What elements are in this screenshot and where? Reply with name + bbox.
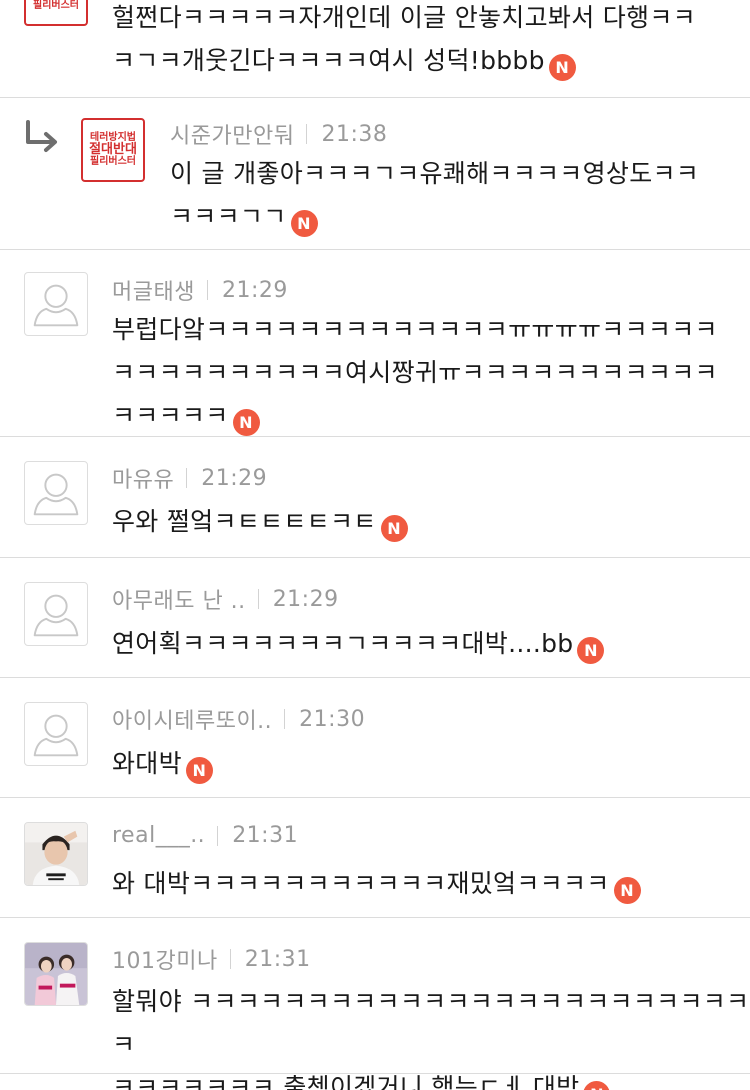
divider xyxy=(206,280,208,300)
comment-time: 21:30 xyxy=(299,706,366,732)
new-badge: N xyxy=(232,409,260,436)
comment-item: 머글태생 21:29 부럽다앜ㅋㅋㅋㅋㅋㅋㅋㅋㅋㅋㅋㅋㅋㅠㅠㅠㅠㅋㅋㅋㅋㅋ ㅋㅋ… xyxy=(0,250,750,437)
divider xyxy=(306,124,308,144)
comment-time: 21:29 xyxy=(201,465,268,491)
new-badge: N xyxy=(613,877,641,904)
comment-body: 할뭐야 ㅋㅋㅋㅋㅋㅋㅋㅋㅋㅋㅋㅋㅋㅋㅋㅋㅋㅋㅋㅋㅋㅋㅋㅋㅋ ㅋㅋㅋㅋㅋㅋㅋ 출첵… xyxy=(112,980,750,1090)
default-avatar[interactable] xyxy=(24,582,88,646)
comment-time: 21:29 xyxy=(272,586,339,612)
divider xyxy=(257,589,259,609)
user-photo-avatar[interactable] xyxy=(24,942,88,1006)
user-photo-icon xyxy=(25,823,87,885)
author-avatar[interactable]: 테러방지법 절대반대 필리버스터 xyxy=(24,0,88,26)
author-name[interactable]: real___.. xyxy=(112,823,205,848)
comment-meta: 아무래도 난 .. 21:29 xyxy=(112,583,339,615)
author-name[interactable]: 시준가만안둬 xyxy=(170,118,294,150)
comment-time: 21:38 xyxy=(321,121,388,147)
default-avatar-icon xyxy=(33,473,79,516)
default-avatar[interactable] xyxy=(24,461,88,525)
comment-time: 21:29 xyxy=(221,277,288,303)
new-badge: N xyxy=(185,757,213,784)
divider xyxy=(217,825,219,846)
comment-item: real___.. 21:31 와 대박ㅋㅋㅋㅋㅋㅋㅋㅋㅋㅋㅋ재밌엌ㅋㅋㅋㅋ N xyxy=(0,798,750,918)
new-badge: N xyxy=(583,1081,611,1090)
new-badge: N xyxy=(548,54,576,81)
author-name[interactable]: 아무래도 난 .. xyxy=(112,583,246,615)
default-avatar-icon xyxy=(33,594,79,637)
comment-reply: 테러방지법 절대반대 필리버스터 시준가만안둬 21:38 이 글 개좋아ㅋㅋㅋ… xyxy=(0,98,750,250)
comment-item: 아무래도 난 .. 21:29 연어획ㅋㅋㅋㅋㅋㅋㅋㄱㅋㅋㅋㅋ대박....bb N xyxy=(0,558,750,678)
comment-item: 테러방지법 절대반대 필리버스터 헐쩐다ㅋㅋㅋㅋㅋ자개인데 이글 안놓치고봐서 … xyxy=(0,0,750,98)
comment-body: 우와 쩔엌ㅋㅌㅌㅌㅌㅋㅌ N xyxy=(112,500,408,543)
reply-arrow-icon xyxy=(26,120,57,152)
comment-meta: 시준가만안둬 21:38 xyxy=(170,118,387,150)
comment-time: 21:31 xyxy=(244,946,311,972)
author-avatar[interactable]: 테러방지법 절대반대 필리버스터 xyxy=(81,118,145,182)
divider xyxy=(186,468,188,488)
comment-body: 부럽다앜ㅋㅋㅋㅋㅋㅋㅋㅋㅋㅋㅋㅋㅋㅠㅠㅠㅠㅋㅋㅋㅋㅋ ㅋㅋㅋㅋㅋㅋㅋㅋㅋㅋ여시짱… xyxy=(112,308,718,437)
comment-meta: 101강미나 21:31 xyxy=(112,943,311,975)
author-name[interactable]: 머글태생 xyxy=(112,274,195,306)
comment-item: 마유유 21:29 우와 쩔엌ㅋㅌㅌㅌㅌㅋㅌ N xyxy=(0,437,750,558)
author-name[interactable]: 아이시테루또이.. xyxy=(112,703,272,735)
logo-text: 필리버스터 xyxy=(90,155,136,167)
comment-body: 헐쩐다ㅋㅋㅋㅋㅋ자개인데 이글 안놓치고봐서 다행ㅋㅋ ㅋㄱㅋ개웃긴다ㅋㅋㅋㅋ여… xyxy=(112,0,696,82)
comment-meta: 마유유 21:29 xyxy=(112,462,267,494)
default-avatar-icon xyxy=(33,284,79,327)
new-badge: N xyxy=(380,515,408,542)
default-avatar[interactable] xyxy=(24,702,88,766)
new-badge: N xyxy=(290,210,318,237)
comment-body: 와 대박ㅋㅋㅋㅋㅋㅋㅋㅋㅋㅋㅋ재밌엌ㅋㅋㅋㅋ N xyxy=(112,862,641,905)
logo-text: 필리버스터 xyxy=(33,0,79,11)
comment-time: 21:31 xyxy=(232,823,299,848)
user-photo-avatar[interactable] xyxy=(24,822,88,886)
comment-body: 연어획ㅋㅋㅋㅋㅋㅋㅋㄱㅋㅋㅋㅋ대박....bb N xyxy=(112,622,605,665)
comment-meta: real___.. 21:31 xyxy=(112,823,298,848)
comment-body: 이 글 개좋아ㅋㅋㅋㄱㅋ유쾌해ㅋㅋㅋㅋ영상도ㅋㅋ ㅋㅋㅋㄱㄱ N xyxy=(170,152,699,238)
comment-meta: 머글태생 21:29 xyxy=(112,274,288,306)
user-photo-icon xyxy=(25,943,87,1005)
default-avatar[interactable] xyxy=(24,272,88,336)
comment-item: 아이시테루또이.. 21:30 와대박 N xyxy=(0,678,750,798)
default-avatar-icon xyxy=(33,714,79,757)
author-name[interactable]: 101강미나 xyxy=(112,943,218,975)
logo-text: 절대반대 xyxy=(89,142,137,158)
author-name[interactable]: 마유유 xyxy=(112,462,174,494)
divider xyxy=(284,709,286,729)
comment-meta: 아이시테루또이.. 21:30 xyxy=(112,703,365,735)
comment-body: 와대박 N xyxy=(112,742,213,785)
divider xyxy=(229,949,231,969)
new-badge: N xyxy=(577,637,605,664)
comment-item: 101강미나 21:31 할뭐야 ㅋㅋㅋㅋㅋㅋㅋㅋㅋㅋㅋㅋㅋㅋㅋㅋㅋㅋㅋㅋㅋㅋㅋ… xyxy=(0,918,750,1090)
